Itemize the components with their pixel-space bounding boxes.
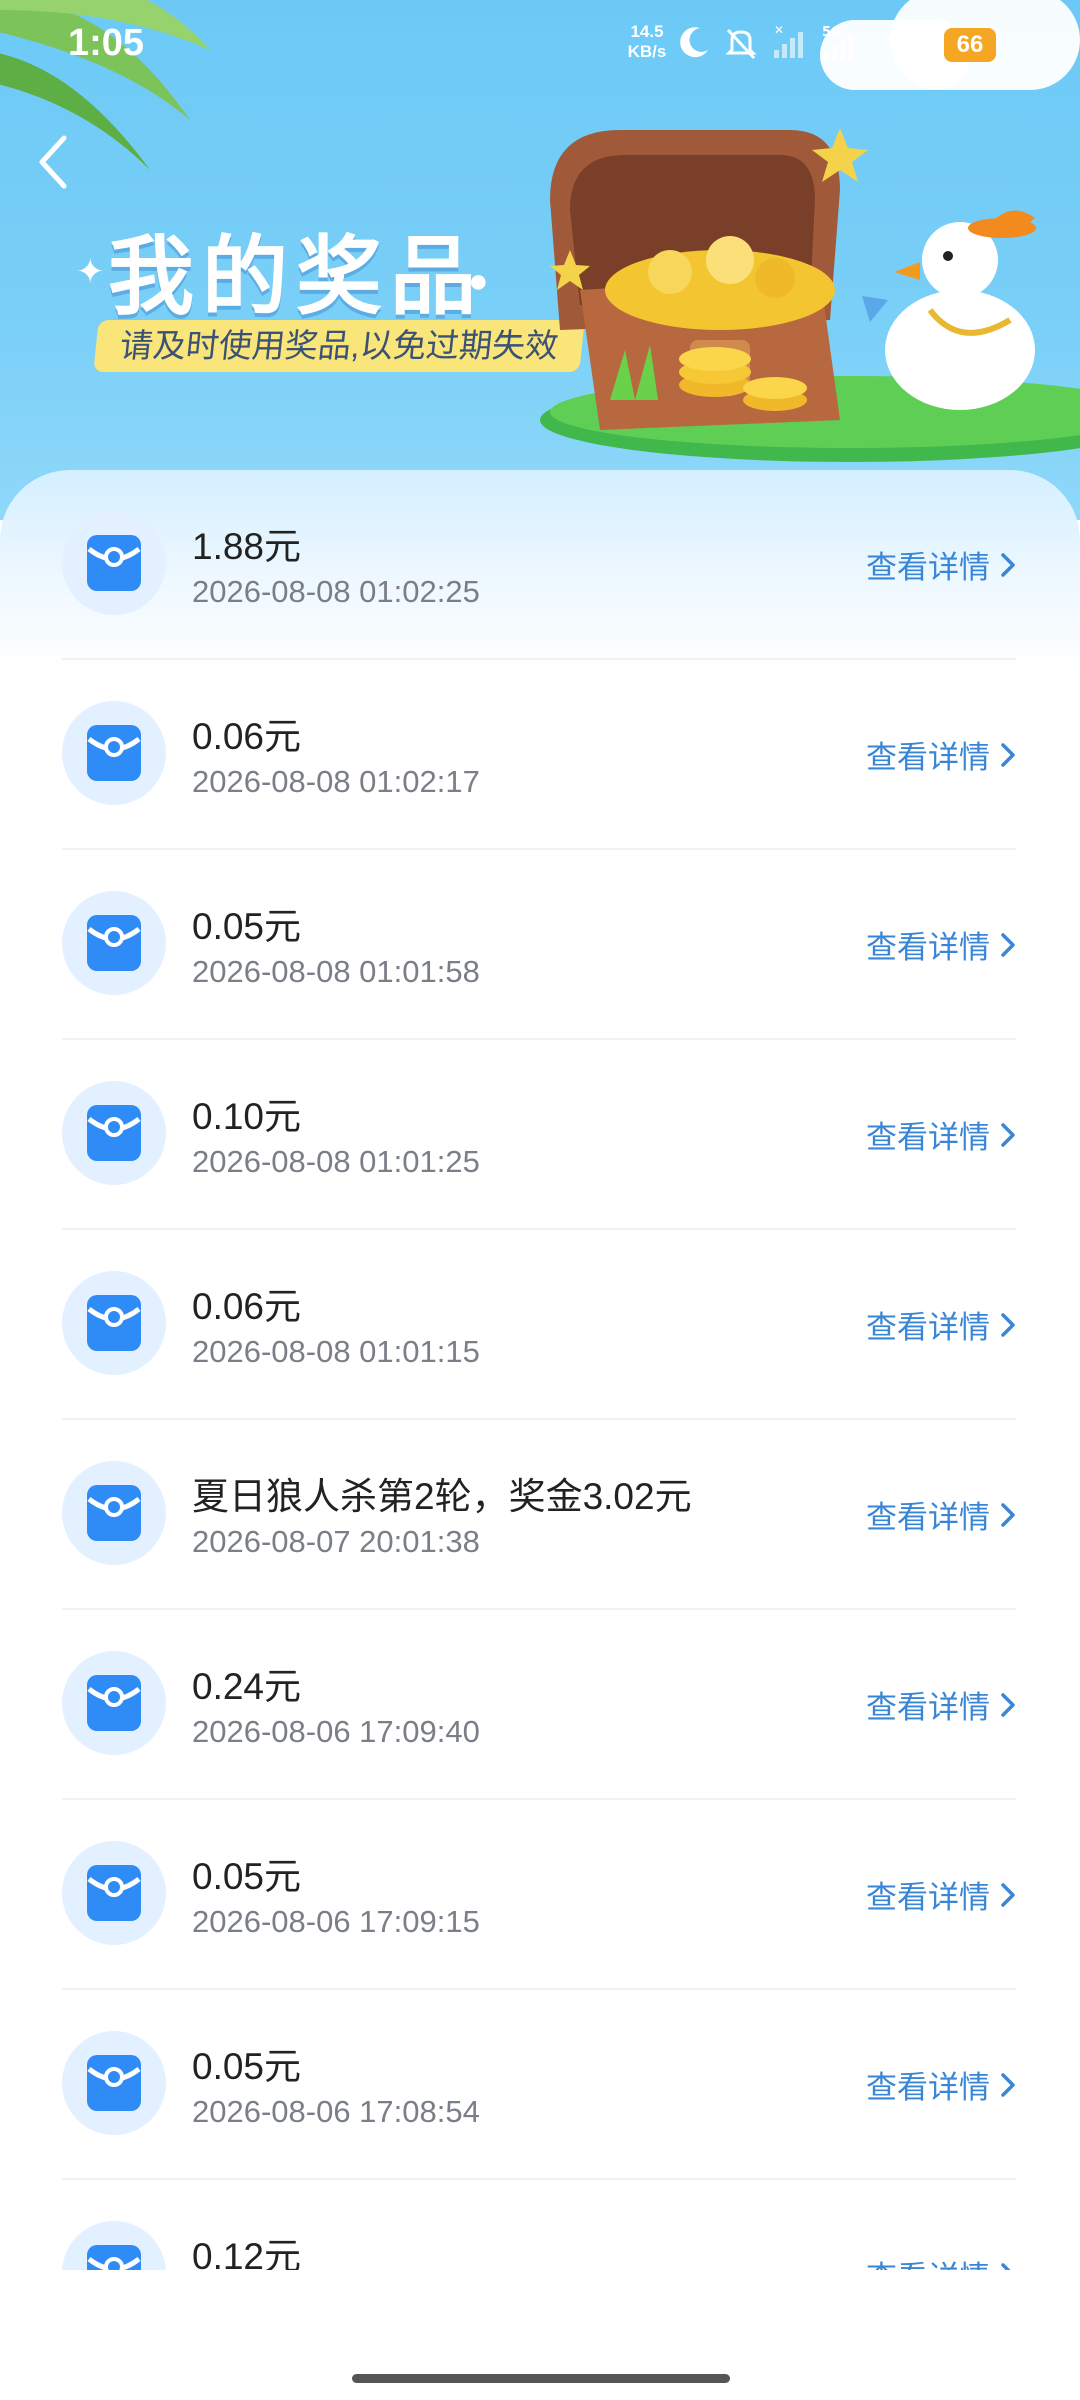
prize-time: 2026-08-07 20:01:38 (192, 1524, 480, 1559)
prize-title: 0.12元 (192, 2236, 302, 2270)
net-speed-value: 14.5 (630, 22, 664, 41)
status-time: 1:05 (68, 22, 145, 64)
prize-title: 0.05元 (192, 906, 302, 947)
view-details-label: 查看详情 (866, 550, 990, 585)
home-indicator[interactable] (352, 2374, 730, 2383)
view-details-link[interactable]: 查看详情 (866, 1492, 1016, 1537)
prize-title: 0.10元 (192, 1096, 302, 1137)
prize-list: 1.88元 2026-08-08 01:02:25 查看详情 0.06元 202… (62, 470, 1016, 2270)
sparkle-icon: ● (468, 262, 489, 300)
prize-time: 2026-08-08 01:01:25 (192, 1144, 480, 1179)
red-packet-icon (62, 1271, 166, 1375)
prize-list-item[interactable]: 0.05元 2026-08-06 17:08:54 查看详情 (62, 1990, 1016, 2180)
prize-time: 2026-08-08 01:01:58 (192, 954, 480, 989)
sparkle-icon: ✦ (76, 253, 105, 291)
red-packet-icon (62, 891, 166, 995)
view-details-label: 查看详情 (866, 2252, 990, 2270)
mute-bell-icon (725, 28, 757, 60)
red-packet-icon (62, 1651, 166, 1755)
view-details-link[interactable]: 查看详情 (866, 1302, 1016, 1347)
prize-title: 0.05元 (192, 2046, 302, 2087)
prize-title: 0.06元 (192, 716, 302, 757)
prize-time: 2026-08-08 01:01:15 (192, 1334, 480, 1369)
prize-list-card: 1.88元 2026-08-08 01:02:25 查看详情 0.06元 202… (0, 470, 1080, 2400)
view-details-label: 查看详情 (866, 740, 990, 775)
prize-title: 0.24元 (192, 1666, 302, 1707)
view-details-link[interactable]: 查看详情 (866, 732, 1016, 777)
chevron-right-icon (1001, 1312, 1015, 1337)
view-details-link[interactable]: 查看详情 (866, 1682, 1016, 1727)
prize-list-item[interactable]: 0.06元 2026-08-08 01:02:17 查看详情 (62, 660, 1016, 850)
network-type: 5G (822, 25, 842, 40)
prize-time: 2026-08-08 01:02:17 (192, 764, 480, 799)
prize-list-item[interactable]: 0.05元 2026-08-06 17:09:15 查看详情 (62, 1800, 1016, 1990)
back-arrow-icon (39, 135, 67, 189)
view-details-link[interactable]: 查看详情 (866, 2062, 1016, 2107)
net-speed-unit: KB/s (627, 42, 667, 61)
treasure-chest-illustration (540, 128, 1080, 462)
prize-title: 0.05元 (192, 1856, 302, 1897)
chevron-right-icon (1001, 552, 1015, 577)
moon-icon (680, 27, 708, 58)
signal-icon: ✕ (774, 24, 803, 58)
prize-title: 1.88元 (192, 526, 302, 567)
view-details-label: 查看详情 (866, 1120, 990, 1155)
page-title: 我的奖品 (108, 229, 484, 325)
chevron-right-icon (1001, 1502, 1015, 1527)
view-details-label: 查看详情 (866, 1880, 990, 1915)
status-bar: 1:05 14.5 KB/s ✕ 5G 66 (0, 0, 1080, 90)
chevron-right-icon (1001, 742, 1015, 767)
view-details-label: 查看详情 (866, 930, 990, 965)
prize-list-item[interactable]: 0.06元 2026-08-08 01:01:15 查看详情 (62, 1230, 1016, 1420)
prize-list-item[interactable]: 1.88元 2026-08-08 01:02:25 查看详情 (62, 470, 1016, 660)
view-details-link[interactable]: 查看详情 (866, 2252, 1016, 2270)
chevron-right-icon (1001, 2262, 1011, 2270)
red-packet-icon (62, 2221, 166, 2270)
chevron-right-icon (1001, 2072, 1015, 2097)
view-details-label: 查看详情 (866, 1690, 990, 1725)
prize-time: 2026-08-06 17:08:54 (192, 2094, 480, 2129)
prize-list-item[interactable]: 0.05元 2026-08-08 01:01:58 查看详情 (62, 850, 1016, 1040)
prize-list-item[interactable]: 0.24元 2026-08-06 17:09:40 查看详情 (62, 1610, 1016, 1800)
view-details-label: 查看详情 (866, 2070, 990, 2105)
prize-list-item[interactable]: 0.12元 查看详情 (62, 2180, 1016, 2270)
chevron-right-icon (1001, 1122, 1015, 1147)
chevron-right-icon (1001, 1882, 1015, 1907)
back-button[interactable] (28, 126, 88, 196)
signal-5g-icon: 5G (822, 25, 853, 60)
header-banner: 1:05 14.5 KB/s ✕ 5G 66 ✦ 我的奖品 ● 请及时使用奖品,… (0, 0, 1080, 520)
network-speed: 14.5 KB/s (624, 22, 670, 62)
prize-time: 2026-08-06 17:09:15 (192, 1904, 480, 1939)
view-details-link[interactable]: 查看详情 (866, 1872, 1016, 1917)
prize-time: 2026-08-08 01:02:25 (192, 574, 480, 609)
battery-indicator: 66 (944, 28, 996, 62)
view-details-link[interactable]: 查看详情 (866, 1112, 1016, 1157)
view-details-label: 查看详情 (866, 1500, 990, 1535)
prize-title: 夏日狼人杀第2轮，奖金3.02元 (192, 1476, 692, 1517)
prize-title: 0.06元 (192, 1286, 302, 1327)
view-details-label: 查看详情 (866, 1310, 990, 1345)
red-packet-icon (62, 1081, 166, 1185)
view-details-link[interactable]: 查看详情 (866, 542, 1016, 587)
wifi-icon (886, 30, 930, 59)
red-packet-icon (62, 701, 166, 805)
red-packet-icon (62, 1841, 166, 1945)
prize-time: 2026-08-06 17:09:40 (192, 1714, 480, 1749)
red-packet-icon (62, 511, 166, 615)
chevron-right-icon (1001, 932, 1015, 957)
prize-list-item[interactable]: 0.10元 2026-08-08 01:01:25 查看详情 (62, 1040, 1016, 1230)
chevron-right-icon (1001, 1692, 1015, 1717)
red-packet-icon (62, 1461, 166, 1565)
red-packet-icon (62, 2031, 166, 2135)
view-details-link[interactable]: 查看详情 (866, 922, 1016, 967)
prize-list-item[interactable]: 夏日狼人杀第2轮，奖金3.02元 2026-08-07 20:01:38 查看详… (62, 1420, 1016, 1610)
svg-text:✕: ✕ (774, 24, 784, 37)
